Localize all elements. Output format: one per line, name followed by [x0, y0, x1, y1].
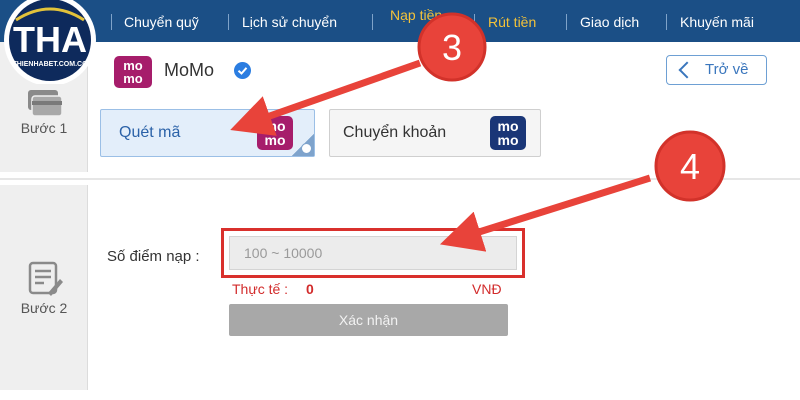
nav-item-khuyen-mai[interactable]: Khuyến mãi	[680, 0, 754, 42]
step-2-panel: Bước 2	[0, 185, 88, 390]
annotation-4-number: 4	[680, 146, 700, 187]
section-divider	[0, 178, 800, 180]
logo-domain: THIENHABET.COM.CO	[12, 61, 88, 68]
nav-separator	[228, 14, 229, 30]
momo-logo: mo mo	[490, 116, 526, 150]
actual-amount-value: 0	[306, 281, 314, 297]
back-button-label: Trở về	[705, 61, 749, 78]
nav-separator	[666, 14, 667, 30]
method-bank-transfer-card[interactable]: Chuyển khoản mo mo	[329, 109, 541, 157]
chevron-left-icon	[678, 61, 696, 79]
nav-separator	[474, 14, 475, 30]
nav-separator	[111, 14, 112, 30]
amount-input[interactable]	[229, 236, 517, 270]
momo-logo-text: mo mo	[264, 118, 286, 148]
momo-logo-text: mo mo	[497, 118, 519, 148]
momo-logo: mo mo	[114, 56, 152, 88]
confirm-button[interactable]: Xác nhận	[229, 304, 508, 336]
back-button[interactable]: Trở về	[666, 55, 767, 85]
form-edit-icon	[28, 261, 63, 296]
selected-check-icon	[301, 143, 312, 154]
nav-item-lich-su-chuyen[interactable]: Lịch sử chuyển	[242, 0, 337, 42]
method-bank-transfer-label: Chuyển khoản	[343, 124, 447, 141]
step-2-label: Bước 2	[20, 300, 68, 316]
amount-label: Số điểm nạp :	[107, 248, 200, 265]
actual-amount-label: Thực tế :	[232, 281, 289, 297]
nav-separator	[566, 14, 567, 30]
momo-logo-text: mo mo	[123, 58, 143, 86]
method-qr-scan-card[interactable]: Quét mã mo mo	[100, 109, 315, 157]
logo-wordmark: THA	[13, 19, 87, 60]
momo-logo: mo mo	[257, 116, 293, 150]
currency-label: VNĐ	[472, 281, 502, 297]
payment-card-icon	[28, 90, 63, 117]
tha-logo: THA THIENHABET.COM.CO	[4, 0, 96, 84]
provider-name: MoMo	[164, 60, 215, 80]
method-qr-scan-label: Quét mã	[119, 124, 181, 141]
nav-separator	[372, 14, 373, 30]
nav-item-rut-tien[interactable]: Rút tiền	[488, 0, 536, 42]
top-navigation-bar: Chuyển quỹ Lịch sử chuyển Nạp tiền Rút t…	[0, 0, 800, 42]
check-circle-icon	[234, 62, 251, 79]
nav-item-nap-tien[interactable]: Nạp tiền	[390, 0, 442, 42]
nav-item-giao-dich[interactable]: Giao dịch	[580, 0, 639, 42]
annotation-4-badge	[654, 130, 726, 202]
nav-item-chuyen-quy[interactable]: Chuyển quỹ	[124, 0, 199, 42]
step-1-label: Bước 1	[20, 120, 68, 136]
